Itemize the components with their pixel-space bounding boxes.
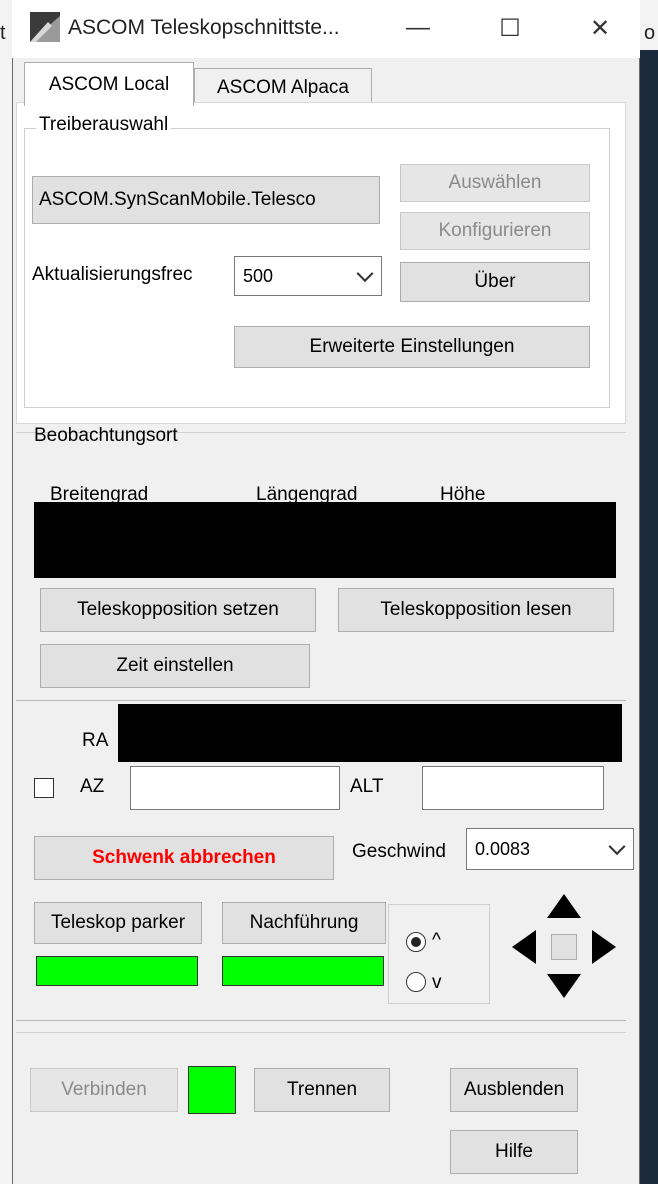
ra-label: RA bbox=[82, 730, 109, 751]
section-separator-2 bbox=[16, 1020, 626, 1021]
section-separator-1 bbox=[16, 700, 626, 701]
speed-select[interactable]: 0.0083 bbox=[466, 828, 634, 870]
tab-ascom-alpaca[interactable]: ASCOM Alpaca bbox=[194, 68, 372, 106]
background-app-right bbox=[640, 0, 658, 1184]
az-input[interactable] bbox=[130, 766, 340, 810]
background-text-left: t bbox=[0, 22, 6, 44]
redacted-location-values bbox=[34, 502, 616, 578]
minimize-icon: — bbox=[406, 14, 430, 41]
about-button[interactable]: Über bbox=[400, 262, 590, 302]
direction-up-label: ^ bbox=[432, 930, 441, 951]
update-frequency-value: 500 bbox=[243, 265, 274, 286]
speed-label: Geschwind bbox=[352, 841, 446, 862]
help-button[interactable]: Hilfe bbox=[450, 1130, 578, 1174]
maximize-button[interactable]: ☐ bbox=[488, 8, 532, 48]
set-time-button[interactable]: Zeit einstellen bbox=[40, 644, 310, 688]
background-app-left bbox=[0, 0, 12, 1184]
observation-site-label: Beobachtungsort bbox=[34, 425, 178, 446]
stop-move-button[interactable] bbox=[551, 934, 577, 960]
driver-name-button[interactable]: ASCOM.SynScanMobile.Telesco bbox=[32, 176, 380, 224]
tracking-button[interactable]: Nachführung bbox=[222, 902, 386, 944]
update-frequency-select[interactable]: 500 bbox=[234, 256, 382, 296]
tab-ascom-local[interactable]: ASCOM Local bbox=[24, 62, 194, 106]
tracking-status-indicator bbox=[222, 956, 384, 986]
ascom-app-icon bbox=[30, 12, 60, 42]
azalt-checkbox[interactable] bbox=[34, 778, 54, 798]
move-west-button[interactable] bbox=[592, 930, 616, 964]
alt-input[interactable] bbox=[422, 766, 604, 810]
background-text-right: o bbox=[644, 22, 656, 44]
window-title: ASCOM Teleskopschnittste... bbox=[68, 16, 340, 39]
az-label: AZ bbox=[80, 776, 105, 797]
park-status-indicator bbox=[36, 956, 198, 986]
driver-selection-label: Treiberauswahl bbox=[36, 114, 172, 136]
chevron-down-icon bbox=[608, 838, 626, 856]
chevron-down-icon bbox=[356, 265, 374, 283]
redacted-ra-dec-values bbox=[118, 704, 622, 762]
advanced-settings-button[interactable]: Erweiterte Einstellungen bbox=[234, 326, 590, 368]
park-telescope-button[interactable]: Teleskop parker bbox=[34, 902, 202, 944]
alt-label: ALT bbox=[350, 776, 384, 797]
set-telescope-position-button[interactable]: Teleskopposition setzen bbox=[40, 588, 316, 632]
configure-button[interactable]: Konfigurieren bbox=[400, 212, 590, 250]
hide-button[interactable]: Ausblenden bbox=[450, 1068, 578, 1112]
close-icon: ✕ bbox=[589, 14, 611, 42]
maximize-icon: ☐ bbox=[499, 14, 521, 42]
move-east-button[interactable] bbox=[512, 930, 536, 964]
abort-slew-button[interactable]: Schwenk abbrechen bbox=[34, 836, 334, 880]
direction-down-label: v bbox=[432, 972, 442, 993]
radio-selected-dot bbox=[411, 937, 421, 947]
connect-button[interactable]: Verbinden bbox=[30, 1068, 178, 1112]
direction-down-radio[interactable] bbox=[406, 972, 426, 992]
direction-up-radio[interactable] bbox=[406, 932, 426, 952]
select-driver-button[interactable]: Auswählen bbox=[400, 164, 590, 202]
connection-status-indicator bbox=[188, 1066, 236, 1114]
move-north-button[interactable] bbox=[547, 894, 581, 918]
minimize-button[interactable]: — bbox=[396, 8, 440, 48]
update-frequency-label: Aktualisierungsfrec bbox=[32, 264, 193, 285]
disconnect-button[interactable]: Trennen bbox=[254, 1068, 390, 1112]
move-south-button[interactable] bbox=[547, 974, 581, 998]
read-telescope-position-button[interactable]: Teleskopposition lesen bbox=[338, 588, 614, 632]
speed-value: 0.0083 bbox=[475, 838, 531, 859]
section-separator-3 bbox=[16, 1032, 626, 1033]
close-button[interactable]: ✕ bbox=[578, 8, 622, 48]
